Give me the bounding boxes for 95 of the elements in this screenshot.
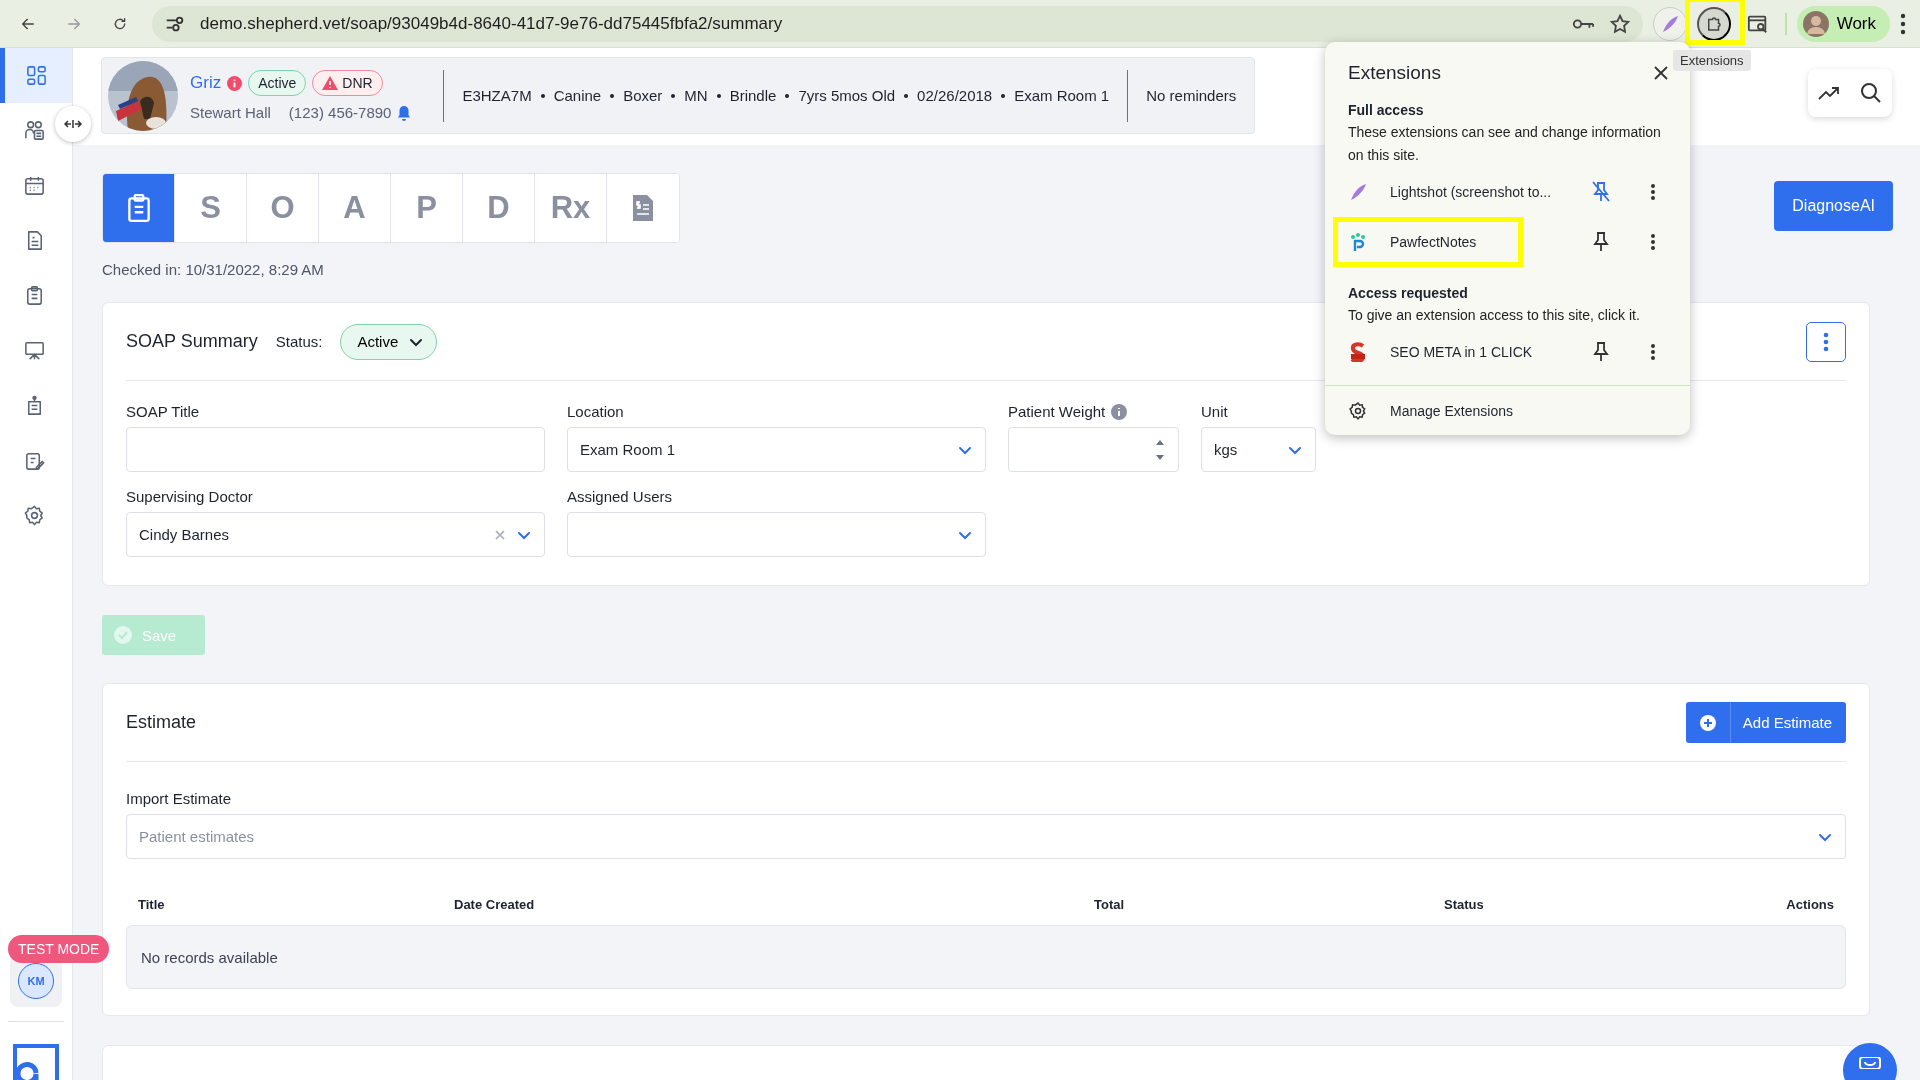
select-field[interactable]: Cindy Barnes (126, 512, 545, 557)
sidebar-item[interactable] (0, 48, 72, 103)
close-icon (1654, 66, 1668, 80)
extension-item[interactable]: Lightshot (screenshot to... (1325, 167, 1690, 217)
status-dropdown[interactable]: Active (340, 323, 438, 360)
more-icon (1650, 343, 1656, 361)
warning-icon (322, 76, 339, 90)
chat-icon (1859, 1057, 1881, 1069)
feather-icon (1348, 182, 1368, 202)
menu-icon[interactable] (1900, 12, 1906, 35)
summary-tab[interactable] (103, 174, 175, 242)
test-mode-badge: TEST MODE (8, 935, 110, 963)
field-label: Unit (1201, 403, 1228, 420)
text-field[interactable] (126, 427, 545, 472)
card-title: SOAP Summary (126, 331, 258, 352)
logo-icon (13, 1044, 59, 1080)
dashboard-icon (24, 64, 48, 87)
section-description: These extensions can see and change information on this site. (1348, 123, 1662, 165)
owner-phone: (123) 456-7890 (288, 104, 392, 121)
paw-icon (1348, 232, 1368, 252)
status-label: Status: (275, 333, 323, 350)
select-field[interactable] (567, 512, 986, 557)
clients-icon (22, 119, 46, 142)
select-field[interactable]: kgs (1201, 427, 1316, 472)
pin-icon (1592, 181, 1610, 203)
close-button[interactable] (1654, 66, 1668, 80)
add-estimate-button[interactable]: Add Estimate (1685, 702, 1846, 743)
collapse-button[interactable] (55, 106, 91, 142)
avatar-icon (1802, 10, 1829, 37)
more-icon (1650, 233, 1656, 251)
patient-detail: Canine (553, 87, 602, 104)
reminders-text: No reminders (1146, 87, 1237, 104)
column-header: Status (1444, 897, 1485, 912)
trend-icon[interactable] (1818, 85, 1840, 101)
star-icon[interactable] (1608, 12, 1631, 35)
column-header: Title (138, 897, 166, 912)
column-header: Actions (1785, 897, 1834, 912)
pin-icon (1592, 231, 1610, 253)
extension-name: PawfectNotes (1390, 234, 1478, 250)
manage-extensions-button[interactable]: Manage Extensions (1325, 385, 1690, 435)
field-label: Assigned Users (567, 488, 673, 505)
empty-message: No records available (141, 948, 278, 966)
select-field[interactable]: Exam Room 1 (567, 427, 986, 472)
lightshot-button[interactable] (1652, 6, 1687, 41)
select-field[interactable]: Patient estimates (126, 814, 1846, 859)
profile-button[interactable]: Work (1796, 5, 1890, 42)
gear-icon (1348, 400, 1368, 421)
popup-title: Extensions (1348, 62, 1441, 84)
number-field[interactable] (1008, 427, 1179, 472)
patient-detail: E3HZA7M (462, 87, 532, 104)
field-label: SOAP Title (126, 403, 200, 420)
pin-icon (1592, 341, 1610, 363)
column-header: Total (1094, 897, 1126, 912)
extensions-button[interactable] (1696, 6, 1731, 41)
extension-name: SEO META in 1 CLICK (1390, 344, 1534, 360)
tooltip: Extensions (1673, 50, 1751, 71)
field-label: Supervising Doctor (126, 488, 253, 505)
patient-detail: 02/26/2018 (917, 87, 993, 104)
patient-detail: Brindle (729, 87, 777, 104)
settings-icon (22, 504, 46, 527)
expand-icon (64, 118, 82, 130)
checked-in-text: Checked in: 10/31/2022, 8:29 AM (102, 261, 325, 278)
check-icon (114, 626, 132, 644)
owner-name: Stewart Hall (190, 104, 271, 121)
extension-name: Lightshot (screenshot to... (1390, 184, 1553, 200)
field-label: Patient Weight (1008, 403, 1128, 420)
alert-badge: DNR (312, 70, 383, 96)
card-title: Estimate (126, 712, 197, 733)
section-description: To give an extension access to this site, click it. (1348, 306, 1641, 325)
section-heading: Access requested (1348, 285, 1469, 301)
patient-detail: 7yrs 5mos Old (798, 87, 896, 104)
plus-icon (1698, 713, 1717, 732)
more-icon (1823, 331, 1829, 352)
calendar-icon (22, 174, 46, 197)
extension-item[interactable]: SEO META in 1 CLICK (1325, 327, 1690, 377)
patient-detail: MN (684, 87, 708, 104)
diagnose-button[interactable]: DiagnoseAI (1774, 181, 1893, 231)
invoice-icon (631, 193, 655, 223)
patient-name[interactable]: Griz (190, 73, 222, 93)
extension-item[interactable]: PawfectNotes (1325, 217, 1690, 267)
column-header: Date Created (454, 897, 536, 912)
field-label: Location (567, 403, 624, 420)
seo-icon (1348, 342, 1368, 362)
search-icon[interactable] (1860, 82, 1882, 104)
section-heading: Full access (1348, 102, 1425, 118)
more-icon (1650, 183, 1656, 201)
info-icon[interactable] (227, 75, 243, 91)
bell-icon[interactable] (397, 104, 412, 121)
presentation-icon (22, 339, 46, 362)
patient-detail: Boxer (623, 87, 663, 104)
field-label: Import Estimate (126, 790, 232, 807)
patient-detail: Exam Room 1 (1014, 87, 1110, 104)
status-badge: Active (248, 70, 307, 96)
clipboard-icon (125, 193, 152, 223)
user-avatar[interactable]: KM (18, 963, 54, 999)
